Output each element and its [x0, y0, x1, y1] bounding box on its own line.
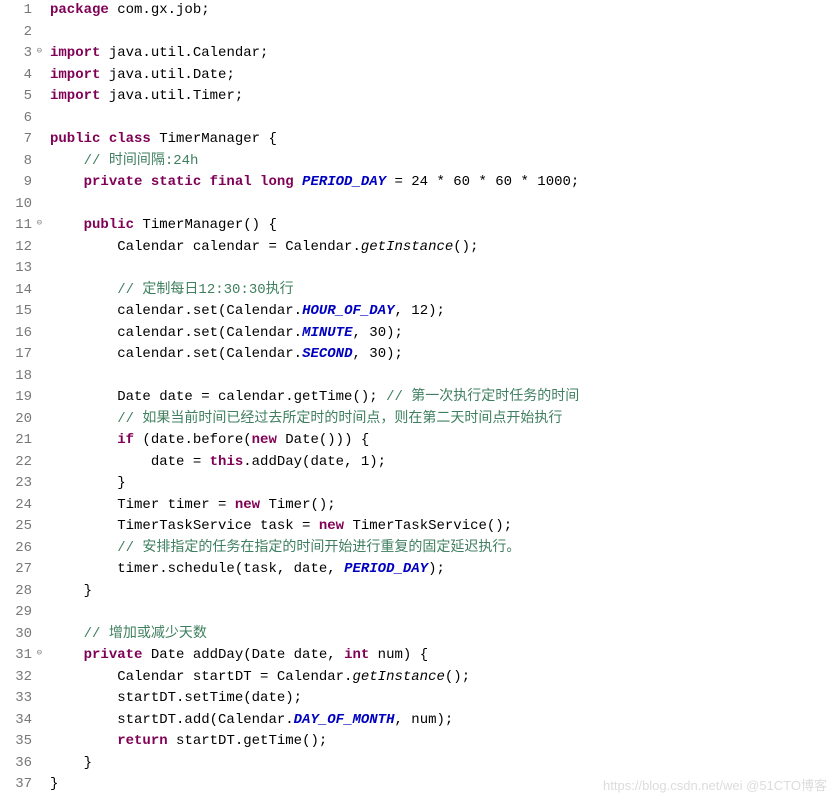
line-number: 13	[0, 258, 32, 280]
code-line: Calendar calendar = Calendar.getInstance…	[50, 237, 837, 259]
line-number: 29	[0, 602, 32, 624]
code-line: }	[50, 473, 837, 495]
fold-icon[interactable]: ⊖	[33, 47, 42, 56]
line-number: 9	[0, 172, 32, 194]
line-number: 32	[0, 667, 32, 689]
code-line: import java.util.Timer;	[50, 86, 837, 108]
line-number: 2	[0, 22, 32, 44]
code-line: return startDT.getTime();	[50, 731, 837, 753]
code-line: // 时间间隔:24h	[50, 151, 837, 173]
line-number: 36	[0, 753, 32, 775]
code-line: public class TimerManager {	[50, 129, 837, 151]
line-number: 35	[0, 731, 32, 753]
line-number: 28	[0, 581, 32, 603]
line-number: 11⊖	[0, 215, 32, 237]
code-line: Calendar startDT = Calendar.getInstance(…	[50, 667, 837, 689]
line-number: 33	[0, 688, 32, 710]
code-line: // 定制每日12:30:30执行	[50, 280, 837, 302]
code-line: // 增加或减少天数	[50, 624, 837, 646]
line-number: 15	[0, 301, 32, 323]
code-line: import java.util.Date;	[50, 65, 837, 87]
line-number: 16	[0, 323, 32, 345]
code-line: calendar.set(Calendar.HOUR_OF_DAY, 12);	[50, 301, 837, 323]
code-line: private static final long PERIOD_DAY = 2…	[50, 172, 837, 194]
line-number: 27	[0, 559, 32, 581]
code-line	[50, 108, 837, 130]
code-line: Date date = calendar.getTime(); // 第一次执行…	[50, 387, 837, 409]
code-line: Timer timer = new Timer();	[50, 495, 837, 517]
line-number: 6	[0, 108, 32, 130]
fold-icon[interactable]: ⊖	[33, 649, 42, 658]
code-line: startDT.add(Calendar.DAY_OF_MONTH, num);	[50, 710, 837, 732]
code-line: import java.util.Calendar;	[50, 43, 837, 65]
code-line: calendar.set(Calendar.SECOND, 30);	[50, 344, 837, 366]
code-line: startDT.setTime(date);	[50, 688, 837, 710]
code-line: timer.schedule(task, date, PERIOD_DAY);	[50, 559, 837, 581]
code-line: calendar.set(Calendar.MINUTE, 30);	[50, 323, 837, 345]
line-number: 22	[0, 452, 32, 474]
line-number: 26	[0, 538, 32, 560]
code-line: private Date addDay(Date date, int num) …	[50, 645, 837, 667]
code-line	[50, 366, 837, 388]
fold-icon[interactable]: ⊖	[33, 219, 42, 228]
code-line: TimerTaskService task = new TimerTaskSer…	[50, 516, 837, 538]
code-content[interactable]: package com.gx.job; import java.util.Cal…	[36, 0, 837, 796]
line-number: 31⊖	[0, 645, 32, 667]
code-line: // 安排指定的任务在指定的时间开始进行重复的固定延迟执行。	[50, 538, 837, 560]
code-line: }	[50, 774, 837, 796]
line-number: 14	[0, 280, 32, 302]
code-line	[50, 22, 837, 44]
line-number: 21	[0, 430, 32, 452]
line-number: 8	[0, 151, 32, 173]
line-number: 19	[0, 387, 32, 409]
line-number: 18	[0, 366, 32, 388]
line-number: 1	[0, 0, 32, 22]
line-number: 5	[0, 86, 32, 108]
line-number: 37	[0, 774, 32, 796]
line-number: 3⊖	[0, 43, 32, 65]
code-line: date = this.addDay(date, 1);	[50, 452, 837, 474]
code-editor: 1 2 3⊖ 4 5 6 7 8 9 10 11⊖ 12 13 14 15 16…	[0, 0, 837, 796]
code-line: // 如果当前时间已经过去所定时的时间点，则在第二天时间点开始执行	[50, 409, 837, 431]
code-line	[50, 258, 837, 280]
line-number-gutter: 1 2 3⊖ 4 5 6 7 8 9 10 11⊖ 12 13 14 15 16…	[0, 0, 36, 796]
line-number: 17	[0, 344, 32, 366]
code-line	[50, 602, 837, 624]
line-number: 30	[0, 624, 32, 646]
line-number: 10	[0, 194, 32, 216]
code-line: if (date.before(new Date())) {	[50, 430, 837, 452]
code-line: }	[50, 581, 837, 603]
code-line	[50, 194, 837, 216]
line-number: 24	[0, 495, 32, 517]
line-number: 20	[0, 409, 32, 431]
line-number: 25	[0, 516, 32, 538]
line-number: 34	[0, 710, 32, 732]
code-line: }	[50, 753, 837, 775]
line-number: 7	[0, 129, 32, 151]
line-number: 12	[0, 237, 32, 259]
code-line: package com.gx.job;	[50, 0, 837, 22]
line-number: 4	[0, 65, 32, 87]
code-line: public TimerManager() {	[50, 215, 837, 237]
line-number: 23	[0, 473, 32, 495]
